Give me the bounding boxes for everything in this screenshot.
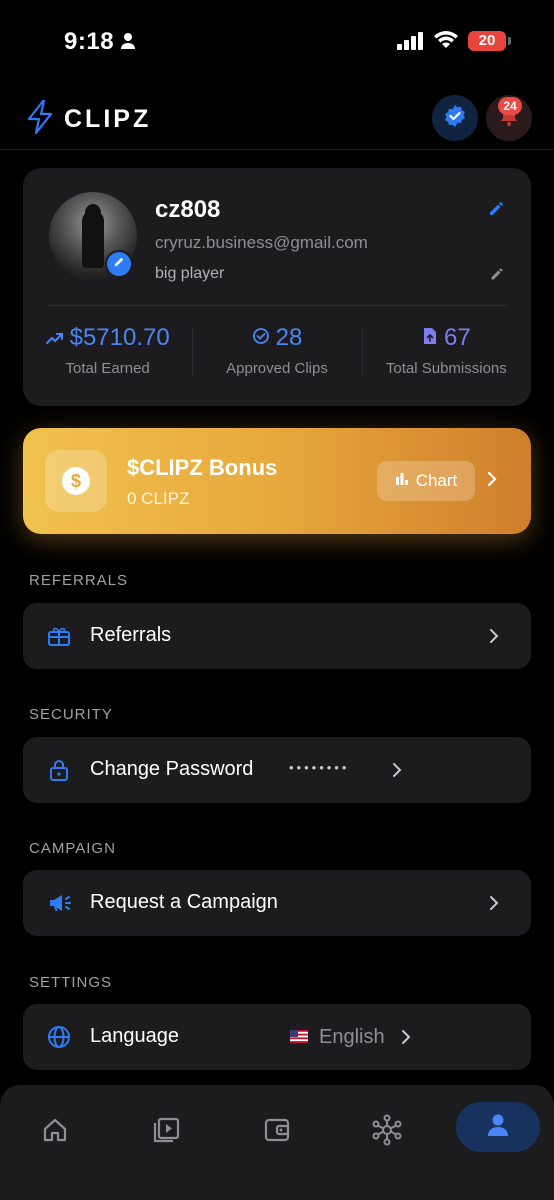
referrals-label: Referrals bbox=[90, 624, 172, 646]
profile-email: cryruz.business@gmail.com bbox=[155, 233, 368, 252]
section-title-referrals: REFERRALS bbox=[29, 572, 129, 589]
app-header: CLIPZ 24 bbox=[0, 88, 554, 150]
brand-logo[interactable]: CLIPZ bbox=[26, 99, 152, 139]
svg-text:$: $ bbox=[71, 471, 81, 491]
nav-network[interactable] bbox=[357, 1109, 417, 1155]
person-icon bbox=[120, 32, 136, 55]
lock-icon bbox=[47, 758, 71, 787]
chevron-right-icon bbox=[489, 628, 499, 649]
status-bar: 9:18 20 bbox=[0, 0, 554, 80]
stat-total-submissions: 67 Total Submissions bbox=[361, 323, 531, 383]
masked-password: •••••••• bbox=[289, 760, 350, 775]
notification-count-badge: 24 bbox=[498, 97, 522, 115]
stat-value: $5710.70 bbox=[69, 324, 170, 351]
language-row[interactable]: Language English bbox=[23, 1004, 531, 1070]
clipz-bonus-card[interactable]: $ $CLIPZ Bonus 0 CLIPZ Chart bbox=[23, 428, 531, 534]
section-title-campaign: CAMPAIGN bbox=[29, 840, 116, 857]
signal-icon bbox=[397, 32, 425, 55]
section-title-security: SECURITY bbox=[29, 706, 113, 723]
pencil-icon bbox=[113, 255, 126, 273]
edit-avatar-button[interactable] bbox=[105, 250, 133, 278]
stat-label: Total Earned bbox=[65, 360, 150, 377]
referrals-row[interactable]: Referrals bbox=[23, 603, 531, 669]
profile-stats: $5710.70 Total Earned 28 Approved Clips … bbox=[23, 323, 531, 383]
edit-profile-icon[interactable] bbox=[487, 198, 507, 223]
gift-icon bbox=[47, 624, 71, 653]
dollar-coin-icon: $ bbox=[45, 450, 107, 512]
profile-username: cz808 bbox=[155, 196, 221, 223]
profile-card: cz808 cryruz.business@gmail.com big play… bbox=[23, 168, 531, 406]
brand-name: CLIPZ bbox=[64, 105, 152, 133]
section-title-settings: SETTINGS bbox=[29, 974, 113, 991]
chart-button-label: Chart bbox=[415, 471, 458, 490]
chevron-right-icon bbox=[489, 895, 499, 916]
stat-label: Total Submissions bbox=[385, 360, 507, 377]
battery-icon: 20 bbox=[468, 31, 511, 51]
stat-approved-clips: 28 Approved Clips bbox=[192, 323, 361, 383]
chevron-right-icon bbox=[392, 762, 402, 783]
chart-button[interactable]: Chart bbox=[377, 461, 475, 501]
language-value: English bbox=[319, 1026, 385, 1048]
stat-value: 67 bbox=[443, 324, 471, 351]
chevron-right-icon bbox=[401, 1029, 411, 1050]
verified-badge-icon bbox=[443, 104, 467, 133]
home-icon bbox=[41, 1116, 69, 1149]
notifications-button[interactable]: 24 bbox=[486, 95, 532, 141]
verified-button[interactable] bbox=[432, 95, 478, 141]
bonus-title: $CLIPZ Bonus bbox=[127, 455, 278, 480]
globe-icon bbox=[47, 1025, 71, 1054]
edit-bio-icon[interactable] bbox=[489, 265, 506, 287]
change-password-row[interactable]: Change Password •••••••• bbox=[23, 737, 531, 803]
nav-home[interactable] bbox=[25, 1109, 85, 1155]
stat-value: 28 bbox=[275, 324, 303, 351]
language-label: Language bbox=[90, 1025, 179, 1047]
profile-bio: big player bbox=[155, 265, 225, 282]
stat-total-earned: $5710.70 Total Earned bbox=[23, 323, 192, 383]
change-password-label: Change Password bbox=[90, 758, 254, 780]
bar-chart-icon bbox=[395, 471, 409, 491]
chevron-right-icon bbox=[486, 470, 498, 493]
check-circle-icon bbox=[252, 324, 270, 352]
clips-icon bbox=[151, 1115, 181, 1150]
wifi-icon bbox=[433, 30, 459, 55]
upload-file-icon bbox=[422, 324, 438, 352]
lightning-icon bbox=[26, 99, 54, 139]
stat-label: Approved Clips bbox=[226, 360, 328, 377]
request-campaign-row[interactable]: Request a Campaign bbox=[23, 870, 531, 936]
nav-profile[interactable] bbox=[456, 1102, 540, 1152]
profile-divider bbox=[47, 305, 507, 306]
status-time: 9:18 bbox=[64, 28, 115, 55]
nav-wallet[interactable] bbox=[247, 1109, 307, 1155]
bottom-nav bbox=[0, 1085, 554, 1200]
trending-up-icon bbox=[45, 324, 64, 352]
request-campaign-label: Request a Campaign bbox=[90, 891, 278, 913]
profile-icon bbox=[485, 1112, 511, 1143]
bonus-amount: 0 CLIPZ bbox=[127, 489, 190, 508]
nav-clips[interactable] bbox=[136, 1109, 196, 1155]
network-icon bbox=[371, 1114, 403, 1151]
megaphone-icon bbox=[47, 891, 73, 920]
us-flag-icon bbox=[290, 1030, 308, 1043]
wallet-icon bbox=[262, 1115, 292, 1150]
